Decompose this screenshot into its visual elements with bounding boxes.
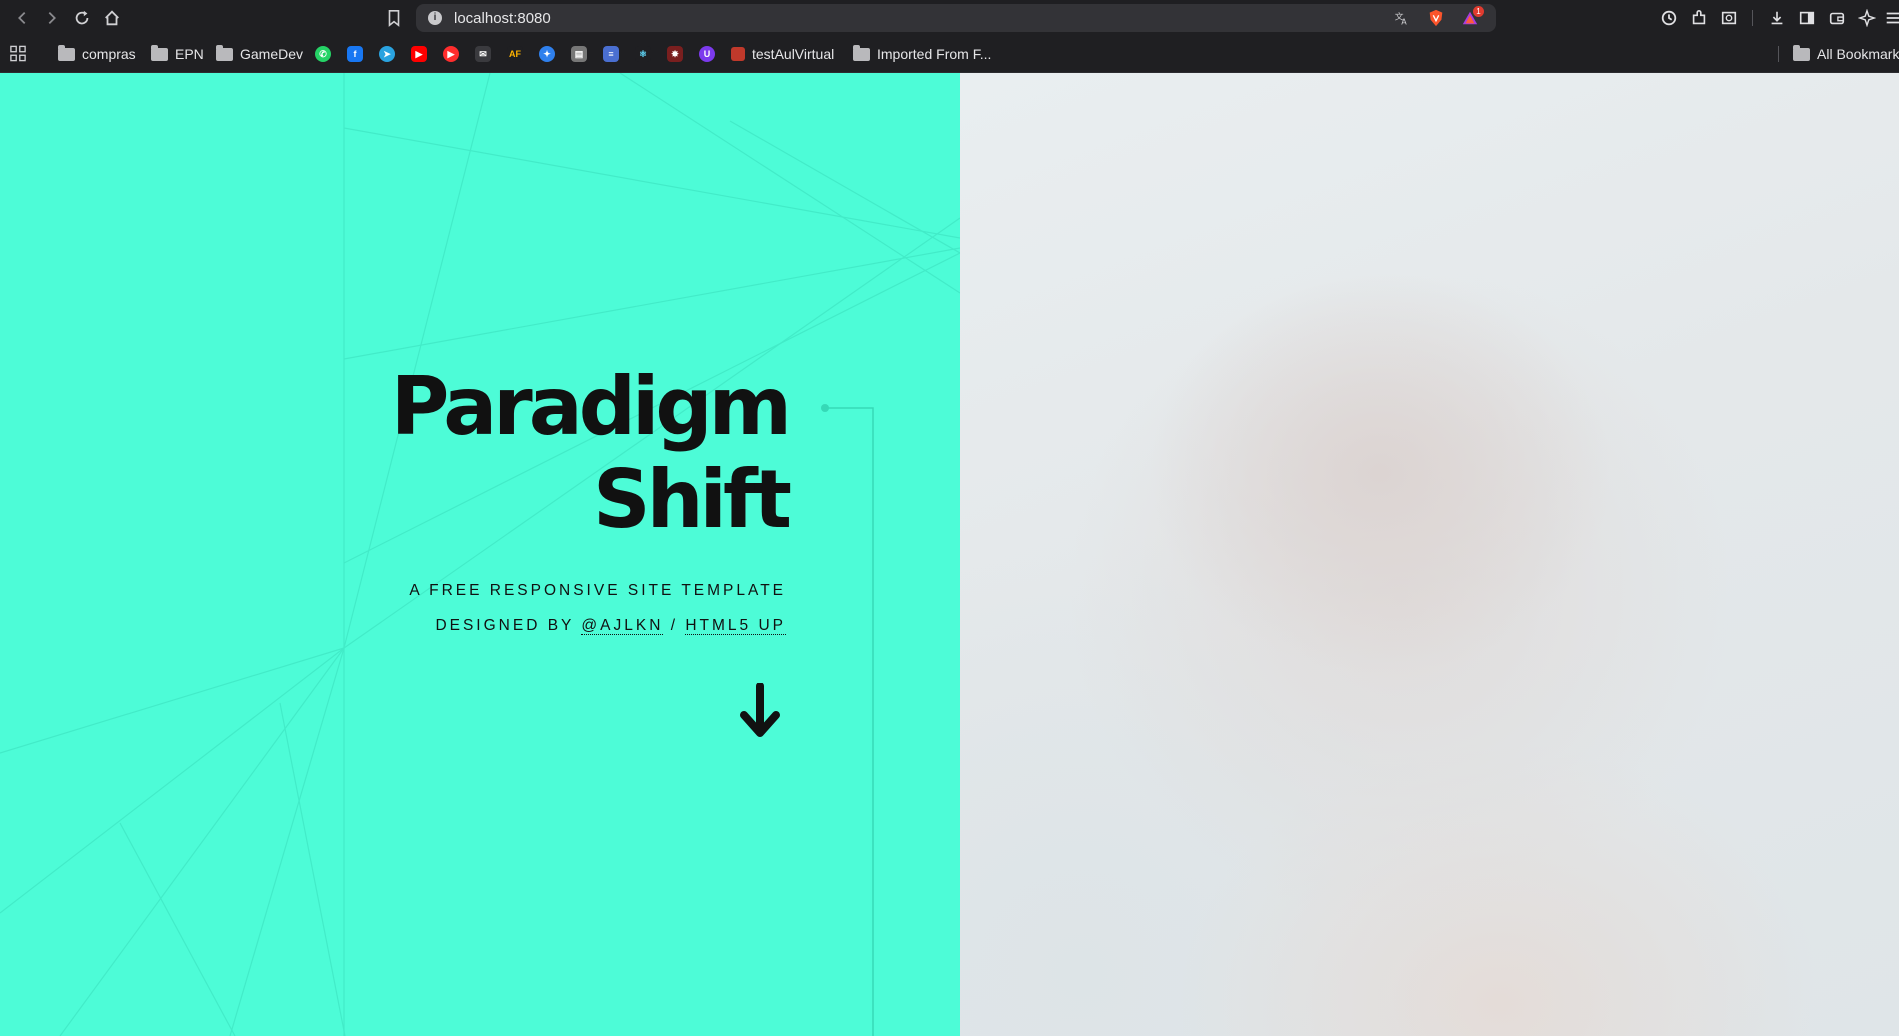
bookmark-label: Imported From F... — [877, 46, 992, 62]
youtube-music-icon[interactable]: ▶ — [443, 46, 459, 62]
apps-grid-icon[interactable] — [10, 45, 26, 61]
credits-separator: / — [670, 617, 679, 634]
author-link[interactable]: @AJLKN — [581, 617, 664, 635]
react-icon[interactable]: ⚛ — [635, 46, 651, 62]
moodle-icon — [731, 47, 745, 61]
bookmark-folder-epn[interactable]: EPN — [151, 44, 204, 64]
youtube-icon[interactable]: ▶ — [411, 46, 427, 62]
address-bar[interactable]: i localhost:8080 文A 1 — [416, 4, 1496, 32]
browser-toolbar: i localhost:8080 文A 1 — [0, 0, 1899, 36]
bookmark-folder-all[interactable]: All Bookmarks — [1793, 44, 1899, 64]
bookmark-testaulvirtual[interactable]: testAulVirtual — [731, 44, 834, 64]
folder-icon — [216, 44, 233, 61]
credits-prefix: DESIGNED BY — [435, 617, 575, 634]
telegram-icon[interactable]: ➤ — [379, 46, 395, 62]
reload-icon[interactable] — [70, 6, 94, 30]
bookmarks-divider — [1778, 46, 1779, 62]
bookmark-folder-imported[interactable]: Imported From F... — [853, 44, 991, 64]
downloads-icon[interactable] — [1766, 7, 1788, 29]
menu-icon[interactable] — [1882, 7, 1899, 29]
stack-icon[interactable]: ≡ — [603, 46, 619, 62]
hero-section: Paradigm Shift A FREE RESPONSIVE SITE TE… — [0, 73, 960, 1036]
bookmark-folder-gamedev[interactable]: GameDev — [216, 44, 303, 64]
decorative-connector-line — [821, 404, 874, 1036]
bookmark-label: EPN — [175, 46, 204, 62]
brave-shield-icon[interactable] — [1426, 8, 1446, 28]
bookmark-folder-compras[interactable]: compras — [58, 44, 136, 64]
home-icon[interactable] — [100, 6, 124, 30]
notification-badge: 1 — [1473, 6, 1484, 17]
site-subtitle: A FREE RESPONSIVE SITE TEMPLATE DESIGNED… — [409, 573, 786, 643]
bookmark-label: compras — [82, 46, 136, 62]
tagline: A FREE RESPONSIVE SITE TEMPLATE — [409, 582, 786, 599]
vpn-icon[interactable] — [1658, 7, 1680, 29]
screenshot-icon[interactable] — [1718, 7, 1740, 29]
mail-icon[interactable]: ✉ — [475, 46, 491, 62]
site-title: Paradigm Shift — [390, 360, 792, 546]
credits-line: DESIGNED BY @AJLKN / HTML5 UP — [409, 608, 786, 643]
site-info-icon[interactable]: i — [428, 11, 442, 25]
bookmark-label: GameDev — [240, 46, 304, 62]
shield-app-icon[interactable]: U — [699, 46, 715, 62]
extensions-icon[interactable] — [1688, 7, 1710, 29]
document-icon[interactable]: ▤ — [571, 46, 587, 62]
folder-icon — [58, 44, 75, 61]
html5up-link[interactable]: HTML5 UP — [685, 617, 786, 635]
bookmark-label: All Bookmarks — [1817, 46, 1899, 62]
facebook-icon[interactable]: f — [347, 46, 363, 62]
scroll-down-arrow-icon[interactable] — [736, 683, 784, 739]
url-text: localhost:8080 — [454, 10, 551, 27]
wallet-icon[interactable] — [1826, 7, 1848, 29]
whatsapp-icon[interactable]: ✆ — [315, 46, 331, 62]
page-viewport: Paradigm Shift A FREE RESPONSIVE SITE TE… — [0, 73, 1899, 1036]
folder-icon — [151, 44, 168, 61]
title-line-1: Paradigm — [390, 360, 792, 453]
toolbar-divider — [1752, 10, 1753, 26]
game-icon[interactable]: ✸ — [667, 46, 683, 62]
messenger-icon[interactable]: ✦ — [539, 46, 555, 62]
back-icon[interactable] — [10, 6, 34, 30]
forward-icon[interactable] — [40, 6, 64, 30]
brave-rewards-icon[interactable]: 1 — [1460, 6, 1484, 28]
translate-icon[interactable]: 文A — [1392, 8, 1412, 28]
sidebar-icon[interactable] — [1796, 7, 1818, 29]
hero-background-image — [960, 73, 1899, 1036]
folder-icon — [1793, 44, 1810, 61]
svg-text:A: A — [1401, 17, 1407, 26]
title-line-2: Shift — [592, 453, 792, 546]
background-lines — [0, 73, 960, 1036]
adobe-fonts-icon[interactable]: AF — [507, 46, 523, 62]
bookmark-label: testAulVirtual — [752, 46, 835, 62]
leo-ai-icon[interactable] — [1856, 7, 1878, 29]
folder-icon — [853, 44, 870, 61]
bookmarks-bar: compras EPN GameDev ✆ f ➤ ▶ ▶ ✉ AF ✦ ▤ ≡… — [0, 36, 1899, 73]
bookmark-page-icon[interactable] — [382, 6, 406, 30]
